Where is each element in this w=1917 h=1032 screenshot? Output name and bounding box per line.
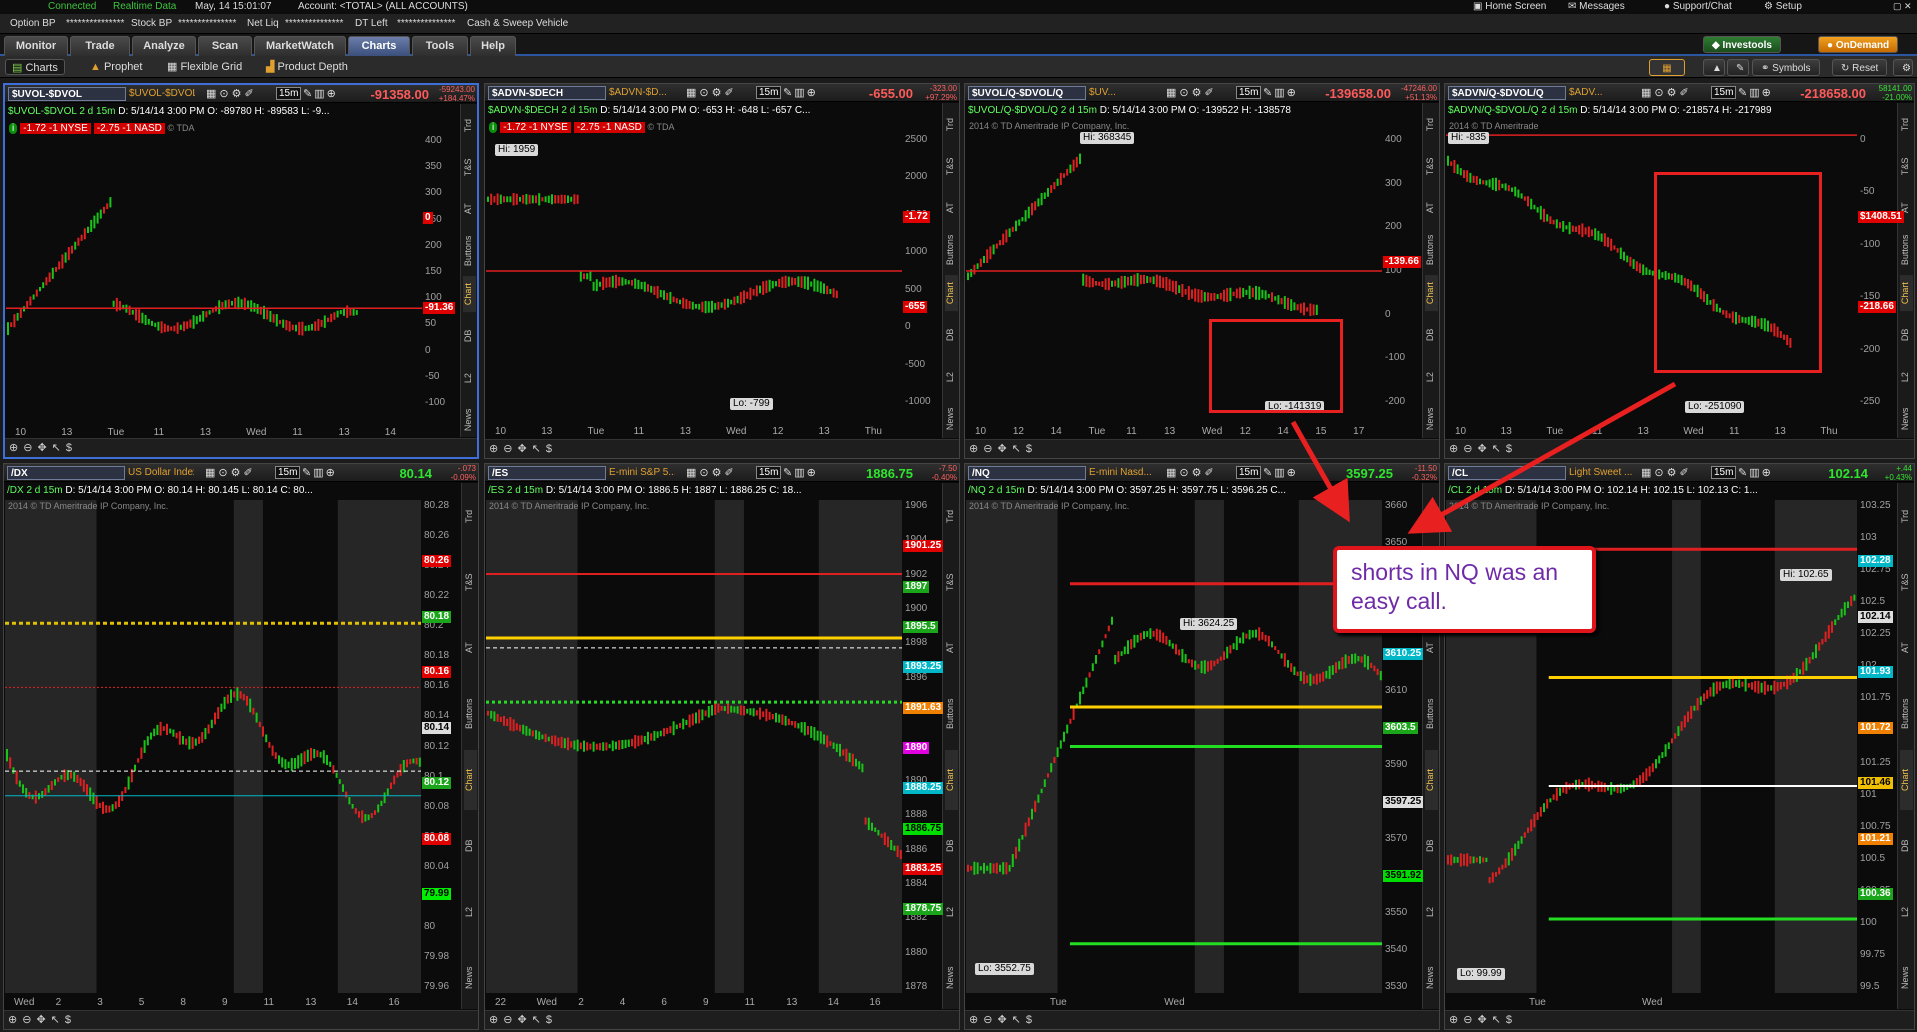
callout-note: shorts in NQ was an easy call. bbox=[1333, 546, 1596, 633]
arrow-to-nq bbox=[1290, 420, 1350, 523]
arrow-from-advn bbox=[1407, 381, 1677, 534]
annotation-arrows bbox=[1290, 381, 1677, 534]
